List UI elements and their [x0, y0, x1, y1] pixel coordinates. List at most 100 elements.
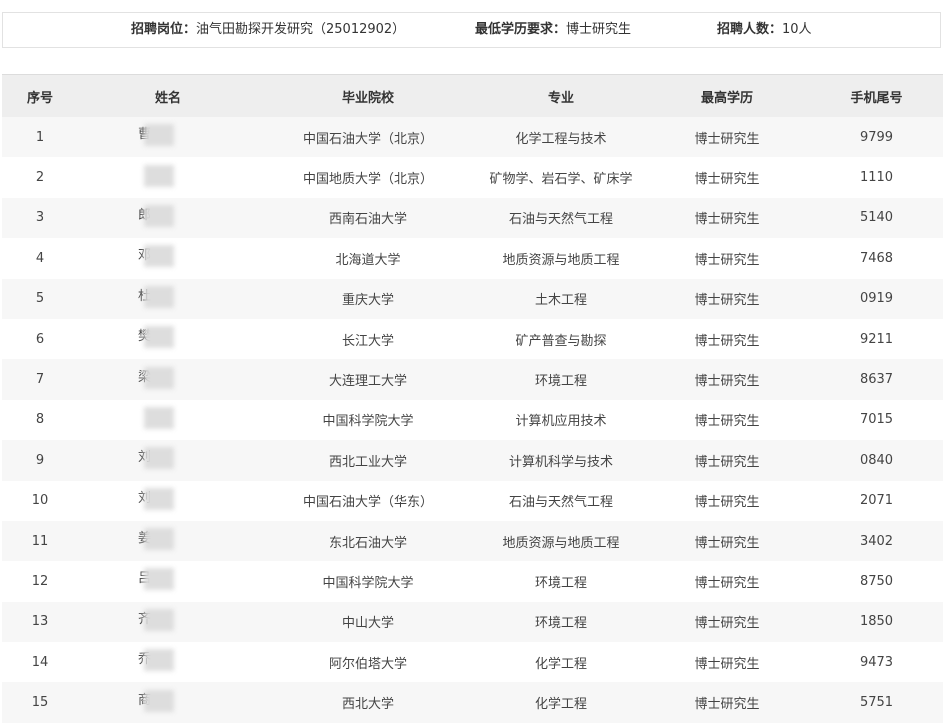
cell-no: 11	[2, 520, 78, 562]
cell-major: 地质资源与地质工程	[478, 520, 644, 562]
cell-major: 计算机应用技术	[478, 399, 644, 441]
position-label: 招聘岗位：	[131, 22, 197, 37]
cell-degree: 博士研究生	[644, 157, 810, 198]
name-wrap	[138, 163, 198, 189]
cell-phone: 8637	[810, 359, 943, 400]
name-redaction-blur	[144, 204, 174, 227]
header-name: 姓名	[78, 74, 258, 117]
cell-school: 中国地质大学（北京）	[258, 157, 478, 198]
position-info: 招聘岗位：油气田勘探开发研究（25012902）	[131, 13, 405, 47]
cell-school: 中国石油大学（北京）	[258, 117, 478, 158]
cell-school: 中国科学院大学	[258, 561, 478, 602]
cell-degree: 博士研究生	[644, 601, 810, 643]
cell-school: 西南石油大学	[258, 197, 478, 239]
name-redaction-blur	[144, 608, 174, 631]
cell-phone: 1110	[810, 157, 943, 198]
cell-major: 矿物学、岩石学、矿床学	[478, 157, 644, 198]
cell-no: 14	[2, 642, 78, 683]
cell-name	[78, 157, 258, 198]
name-redaction-blur	[144, 487, 174, 510]
cell-no: 3	[2, 197, 78, 239]
name-redaction-blur	[144, 164, 174, 187]
cell-phone: 5751	[810, 682, 943, 723]
cell-name: 商	[78, 682, 258, 723]
name-wrap: 姜	[138, 526, 198, 552]
cell-degree: 博士研究生	[644, 318, 810, 360]
name-redaction-blur	[144, 366, 174, 389]
cell-no: 1	[2, 117, 78, 158]
cell-name: 吕	[78, 561, 258, 602]
cell-name	[78, 399, 258, 441]
position-value: 油气田勘探开发研究（25012902）	[196, 22, 406, 37]
cell-major: 环境工程	[478, 359, 644, 400]
cell-phone: 9473	[810, 642, 943, 683]
cell-degree: 博士研究生	[644, 197, 810, 239]
count-info: 招聘人数：10人	[717, 13, 812, 47]
cell-major: 计算机科学与技术	[478, 440, 644, 481]
cell-phone: 0919	[810, 278, 943, 319]
cell-no: 6	[2, 318, 78, 360]
table-row: 9 刘 西北工业大学计算机科学与技术博士研究生0840	[2, 440, 943, 481]
table-row: 15商西北大学化学工程博士研究生5751	[2, 682, 943, 723]
table-header-row: 序号 姓名 毕业院校 专业 最高学历 手机尾号	[2, 74, 943, 117]
cell-no: 10	[2, 480, 78, 521]
cell-school: 长江大学	[258, 318, 478, 360]
cell-name: 杜	[78, 278, 258, 319]
name-redaction-blur	[144, 245, 174, 268]
cell-name: 邓	[78, 238, 258, 279]
cell-name: 齐	[78, 601, 258, 643]
cell-school: 重庆大学	[258, 278, 478, 319]
cell-major: 化学工程	[478, 642, 644, 683]
cell-school: 西北大学	[258, 682, 478, 723]
name-redaction-blur	[144, 689, 174, 712]
cell-phone: 5140	[810, 197, 943, 239]
cell-major: 石油与天然气工程	[478, 197, 644, 239]
name-redaction-blur	[144, 285, 174, 308]
name-wrap: 刘	[138, 445, 198, 471]
name-wrap: 邓	[138, 243, 198, 269]
table-row: 10 刘 中国石油大学（华东）石油与天然气工程博士研究生2071	[2, 480, 943, 521]
cell-name: 曹	[78, 117, 258, 158]
education-info: 最低学历要求：博士研究生	[475, 13, 631, 47]
cell-major: 化学工程与技术	[478, 117, 644, 158]
cell-no: 8	[2, 399, 78, 441]
cell-degree: 博士研究生	[644, 520, 810, 562]
cell-name: 梁	[78, 359, 258, 400]
cell-phone: 0840	[810, 440, 943, 481]
header-no: 序号	[2, 74, 78, 117]
cell-phone: 7015	[810, 399, 943, 441]
cell-school: 北海道大学	[258, 238, 478, 279]
table-row: 11 姜 东北石油大学地质资源与地质工程博士研究生3402	[2, 520, 943, 562]
cell-name: 刘	[78, 480, 258, 521]
name-wrap: 郎	[138, 203, 198, 229]
name-redaction-blur	[144, 568, 174, 591]
cell-no: 7	[2, 359, 78, 400]
cell-degree: 博士研究生	[644, 642, 810, 683]
name-wrap: 吕	[138, 566, 198, 592]
cell-phone: 8750	[810, 561, 943, 602]
cell-no: 12	[2, 561, 78, 602]
education-value: 博士研究生	[566, 22, 632, 37]
count-value: 10人	[782, 22, 812, 37]
name-wrap: 齐	[138, 607, 198, 633]
cell-major: 地质资源与地质工程	[478, 238, 644, 279]
cell-no: 4	[2, 238, 78, 279]
cell-phone: 2071	[810, 480, 943, 521]
name-wrap: 曹	[138, 122, 198, 148]
name-wrap: 杜	[138, 284, 198, 310]
cell-degree: 博士研究生	[644, 561, 810, 602]
cell-no: 9	[2, 440, 78, 481]
table-row: 3 郎 西南石油大学石油与天然气工程博士研究生5140	[2, 197, 943, 239]
table-row: 2 中国地质大学（北京） 矿物学、岩石学、矿床学 博士研究生 1110	[2, 157, 943, 198]
cell-school: 东北石油大学	[258, 520, 478, 562]
name-wrap: 刘	[138, 486, 198, 512]
name-wrap	[138, 405, 198, 431]
cell-name: 郎	[78, 197, 258, 239]
cell-major: 土木工程	[478, 278, 644, 319]
table-row: 12 吕 中国科学院大学环境工程博士研究生8750	[2, 561, 943, 602]
cell-name: 乔	[78, 642, 258, 683]
recruitment-info-bar: 招聘岗位：油气田勘探开发研究（25012902） 最低学历要求：博士研究生 招聘…	[2, 12, 941, 48]
cell-school: 西北工业大学	[258, 440, 478, 481]
table-row: 8 中国科学院大学 计算机应用技术 博士研究生 7015	[2, 399, 943, 441]
header-phone: 手机尾号	[810, 74, 943, 117]
